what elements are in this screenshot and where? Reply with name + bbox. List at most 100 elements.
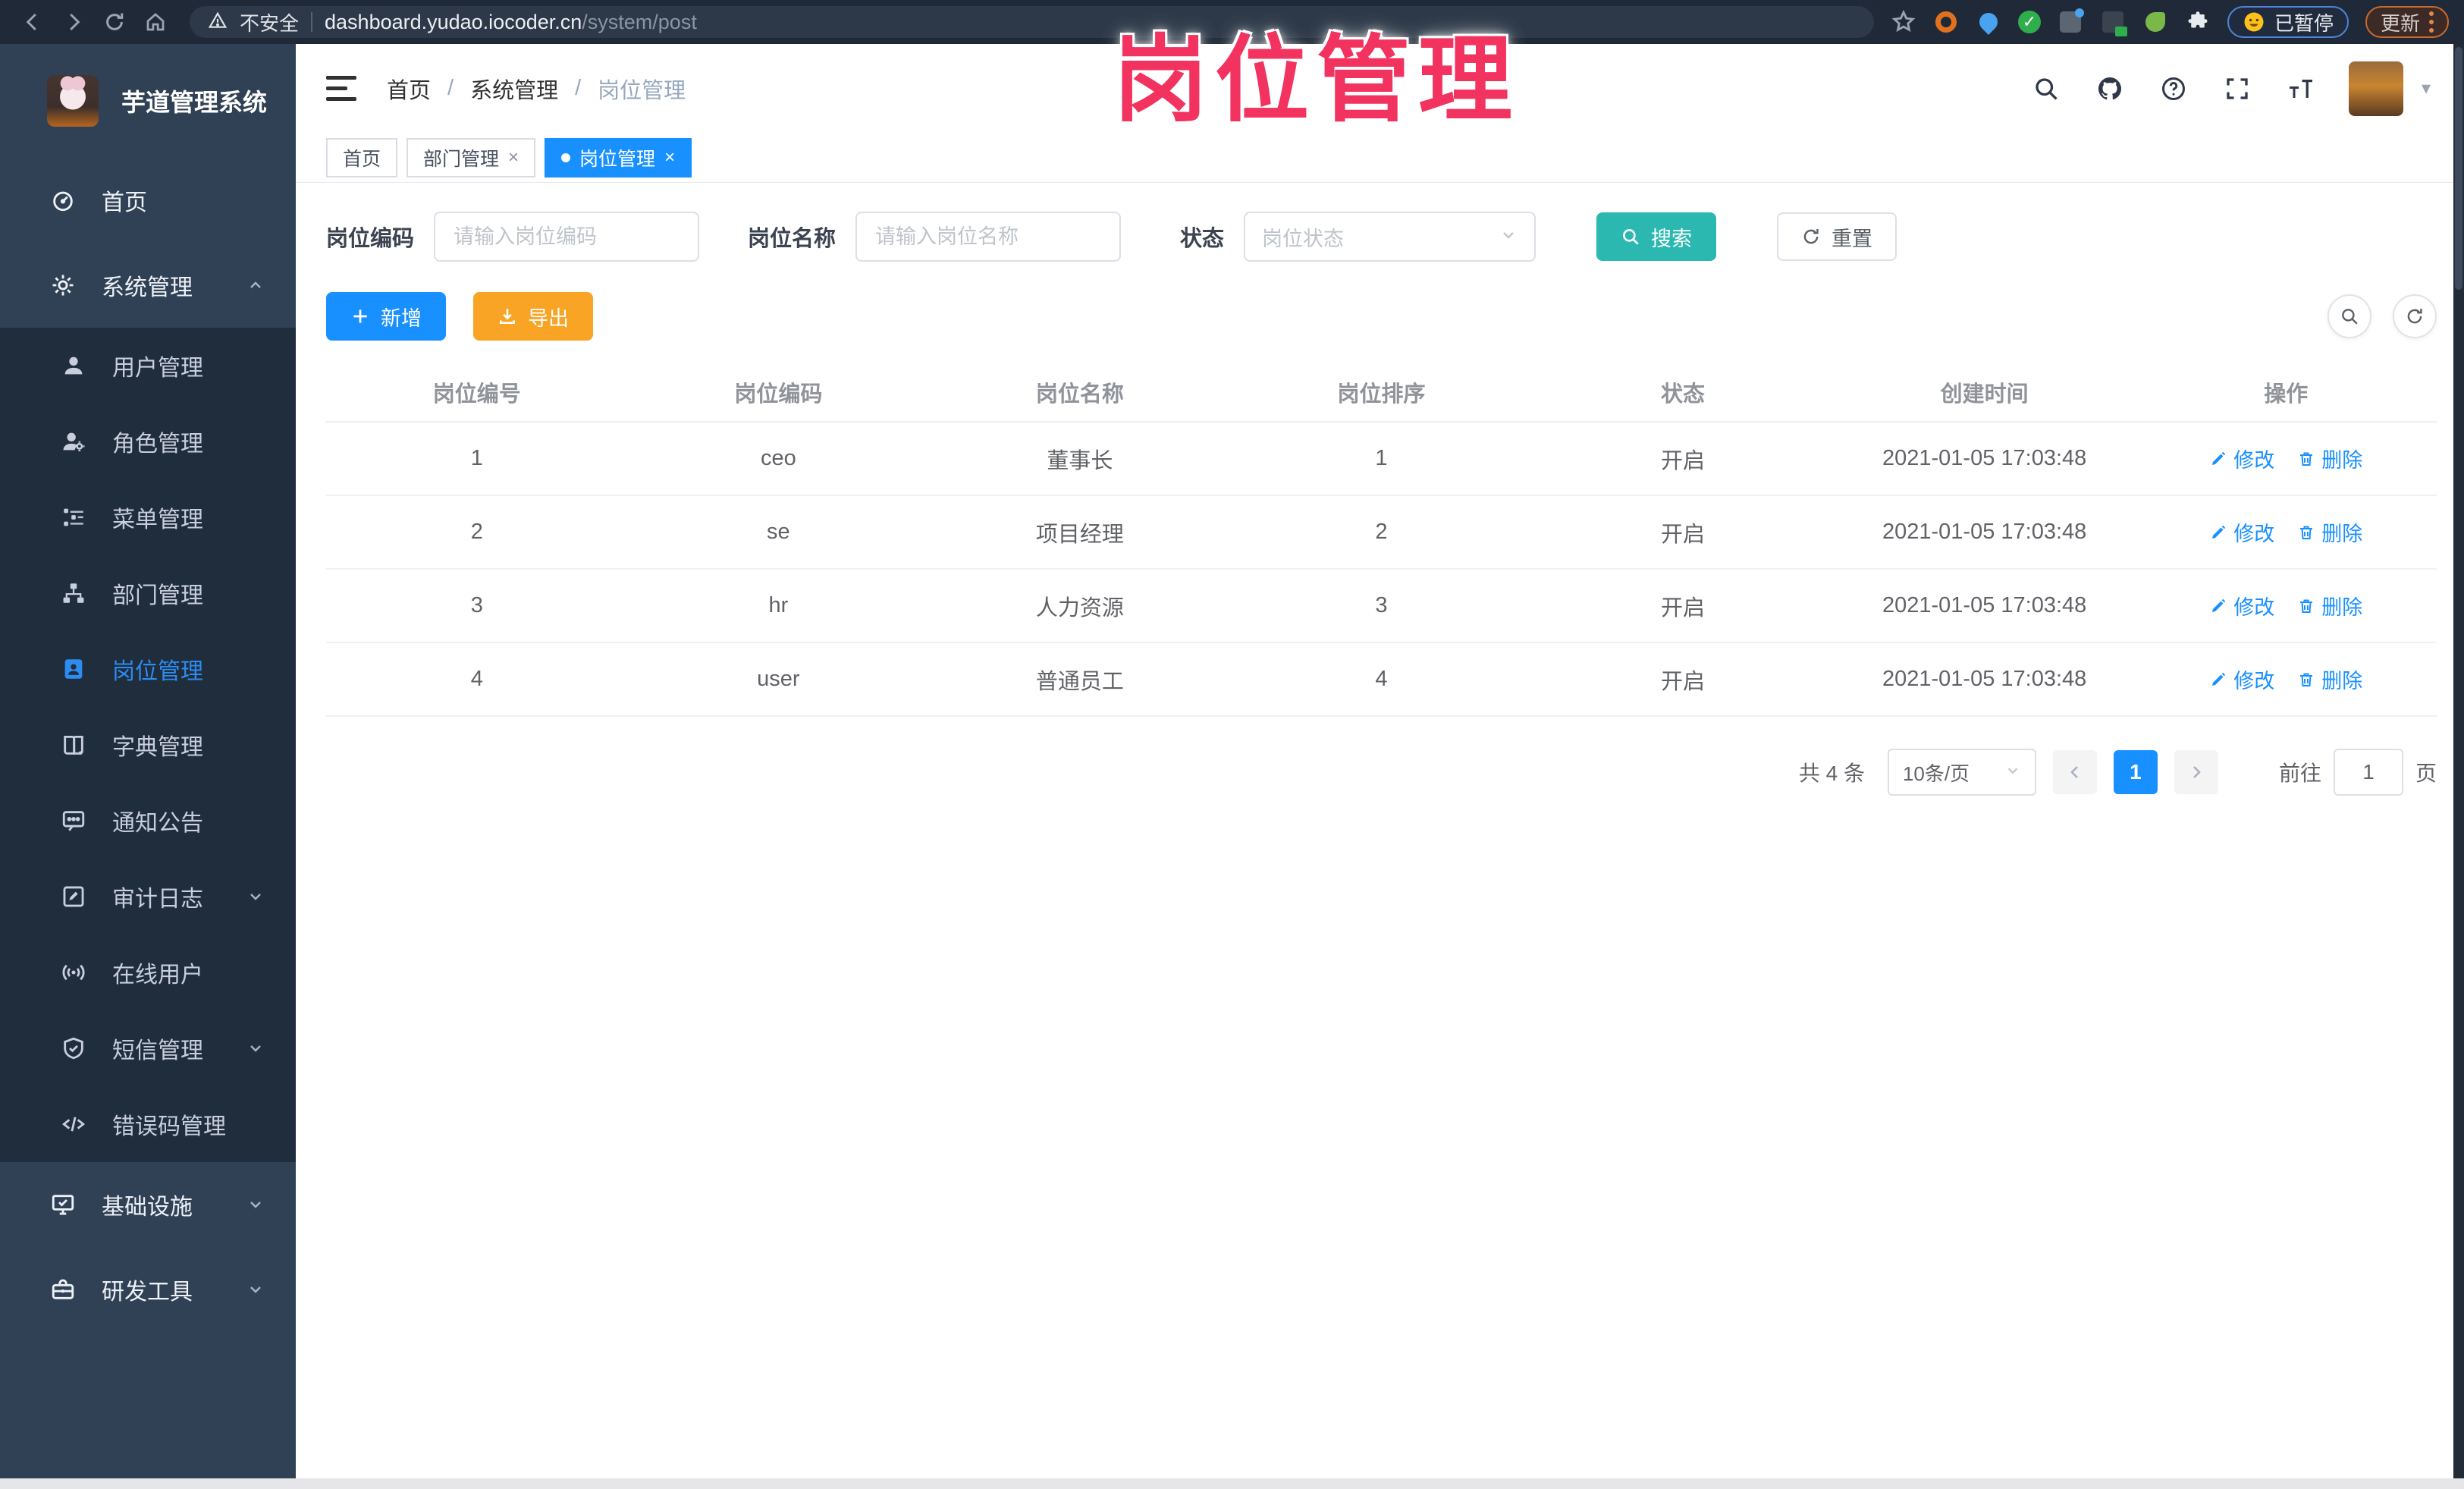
profile-paused-badge[interactable]: 已暂停 [2227, 6, 2349, 38]
table-header-row: 岗位编号 岗位编码 岗位名称 岗位排序 状态 创建时间 操作 [326, 363, 2437, 423]
font-size-icon[interactable] [2285, 73, 2317, 105]
delete-link[interactable]: 删除 [2297, 591, 2362, 620]
table-row: 2 se 项目经理 2 开启 2021-01-05 17:03:48 修改 删除 [326, 496, 2437, 570]
search-button[interactable]: 搜索 [1596, 212, 1717, 261]
sidebar-item-home[interactable]: 首页 [0, 158, 296, 243]
sidebar-submenu-system: 用户管理 角色管理 菜单管理 部门管理 岗位管理 字典管理 通知公告 审计日志 … [0, 328, 296, 1162]
avatar[interactable] [2348, 61, 2403, 116]
forward-icon[interactable] [56, 5, 91, 39]
delete-link[interactable]: 删除 [2297, 517, 2362, 547]
sidebar-item-infrastructure[interactable]: 基础设施 [0, 1162, 296, 1247]
sidebar-item-dept-management[interactable]: 部门管理 [0, 555, 296, 631]
browser-update-button[interactable]: 更新 [2365, 6, 2449, 38]
not-secure-warning-icon[interactable] [208, 11, 228, 34]
chevron-down-icon [246, 887, 265, 906]
toggle-search-button[interactable] [2327, 294, 2371, 338]
caret-down-icon[interactable]: ▾ [2422, 77, 2431, 99]
chevron-up-icon [246, 275, 265, 295]
post-name-input[interactable] [855, 212, 1122, 262]
sidebar-item-online-users[interactable]: 在线用户 [0, 935, 296, 1010]
tab-dept-management[interactable]: 部门管理 × [406, 137, 536, 177]
breadcrumb-section[interactable]: 系统管理 [470, 73, 558, 105]
github-icon[interactable] [2094, 73, 2126, 105]
next-page-button[interactable] [2174, 750, 2218, 794]
page-suffix-label: 页 [2415, 762, 2437, 785]
status-label: 状态 [1180, 227, 1225, 251]
breadcrumb-home[interactable]: 首页 [387, 73, 431, 105]
reload-icon[interactable] [97, 5, 132, 39]
search-form: 岗位编码 岗位名称 状态 岗位状态 搜索 重置 [326, 212, 2437, 262]
sidebar-item-post-management[interactable]: 岗位管理 [0, 631, 296, 707]
posts-table: 岗位编号 岗位编码 岗位名称 岗位排序 状态 创建时间 操作 1 ceo 董事长… [326, 363, 2437, 717]
close-icon[interactable]: × [664, 147, 675, 168]
bookmark-star-icon[interactable] [1891, 9, 1916, 35]
breadcrumb-current: 岗位管理 [598, 78, 686, 103]
help-icon[interactable] [2158, 73, 2189, 105]
monitor-icon [49, 1190, 77, 1219]
sidebar-item-dict-management[interactable]: 字典管理 [0, 707, 296, 783]
edit-log-icon [59, 882, 88, 911]
edit-link[interactable]: 修改 [2209, 444, 2274, 473]
page-size-select[interactable]: 10条/页 [1887, 749, 2036, 796]
extension-blue-pin-icon[interactable] [1975, 9, 2001, 35]
pagination-total: 共 4 条 [1798, 762, 1865, 785]
chevron-down-icon [246, 1195, 265, 1214]
sidebar-item-audit-log[interactable]: 审计日志 [0, 859, 296, 935]
sidebar-item-sms-management[interactable]: 短信管理 [0, 1010, 296, 1086]
edit-link[interactable]: 修改 [2209, 517, 2274, 547]
extension-dark-badge-icon[interactable] [2100, 9, 2127, 36]
sidebar-item-label: 系统管理 [102, 275, 193, 300]
security-label: 不安全 [240, 11, 300, 35]
tree-list-icon [59, 503, 88, 532]
delete-link[interactable]: 删除 [2297, 444, 2362, 473]
table-row: 3 hr 人力资源 3 开启 2021-01-05 17:03:48 修改 删除 [326, 570, 2437, 643]
sidebar-collapse-icon[interactable] [326, 76, 356, 101]
sidebar-item-menu-management[interactable]: 菜单管理 [0, 479, 296, 555]
tab-post-management[interactable]: 岗位管理 × [545, 137, 692, 177]
delete-link[interactable]: 删除 [2297, 664, 2362, 694]
browser-menu-icon[interactable] [2429, 11, 2434, 33]
sidebar-item-notice[interactable]: 通知公告 [0, 783, 296, 859]
back-icon[interactable] [15, 5, 50, 39]
extensions-puzzle-icon[interactable] [2185, 9, 2211, 35]
edit-link[interactable]: 修改 [2209, 664, 2274, 694]
extension-green-leaf-icon[interactable] [2142, 9, 2168, 35]
edit-link[interactable]: 修改 [2209, 591, 2274, 620]
scrollbar-thumb[interactable] [2455, 47, 2462, 290]
chevron-down-icon [1499, 226, 1518, 248]
sidebar-item-error-code[interactable]: 错误码管理 [0, 1086, 296, 1162]
home-icon[interactable] [138, 5, 173, 39]
extension-orange-ring-icon[interactable] [1933, 9, 1959, 35]
export-button[interactable]: 导出 [473, 292, 593, 341]
close-icon[interactable]: × [508, 147, 519, 168]
page-number-1[interactable]: 1 [2113, 750, 2158, 794]
annotation-watermark: 岗位管理 [1113, 28, 1521, 133]
sidebar-item-user-management[interactable]: 用户管理 [0, 328, 296, 404]
table-row: 1 ceo 董事长 1 开启 2021-01-05 17:03:48 修改 删除 [326, 423, 2437, 496]
page-scrollbar[interactable] [2453, 44, 2464, 1489]
search-icon[interactable] [2030, 73, 2062, 105]
message-icon [59, 806, 88, 835]
refresh-button[interactable] [2393, 294, 2437, 338]
sidebar-item-role-management[interactable]: 角色管理 [0, 404, 296, 479]
url-host: dashboard.yudao.iocoder.cn [325, 10, 582, 33]
post-code-label: 岗位编码 [326, 227, 415, 251]
extension-gray-grid-icon[interactable] [2058, 8, 2084, 35]
status-select-placeholder: 岗位状态 [1262, 227, 1345, 250]
address-bar[interactable]: 不安全 dashboard.yudao.iocoder.cn/system/po… [190, 6, 1874, 38]
fullscreen-icon[interactable] [2221, 73, 2253, 105]
extension-green-check-icon[interactable]: ✓ [2017, 11, 2041, 33]
prev-page-button[interactable] [2052, 750, 2097, 794]
goto-page-input[interactable] [2333, 749, 2403, 796]
post-code-input[interactable] [434, 212, 700, 262]
sidebar-item-system-management[interactable]: 系统管理 [0, 243, 296, 328]
status-select[interactable]: 岗位状态 [1244, 212, 1536, 262]
tab-home[interactable]: 首页 [326, 137, 398, 177]
screen: 不安全 dashboard.yudao.iocoder.cn/system/po… [0, 0, 2464, 1489]
app-logo-row[interactable]: 芋道管理系统 [0, 44, 296, 158]
reset-button[interactable]: 重置 [1777, 212, 1897, 261]
org-chart-icon [59, 579, 88, 608]
add-button[interactable]: 新增 [326, 292, 446, 341]
app-logo-image [47, 75, 99, 127]
sidebar-item-dev-tools[interactable]: 研发工具 [0, 1247, 296, 1332]
